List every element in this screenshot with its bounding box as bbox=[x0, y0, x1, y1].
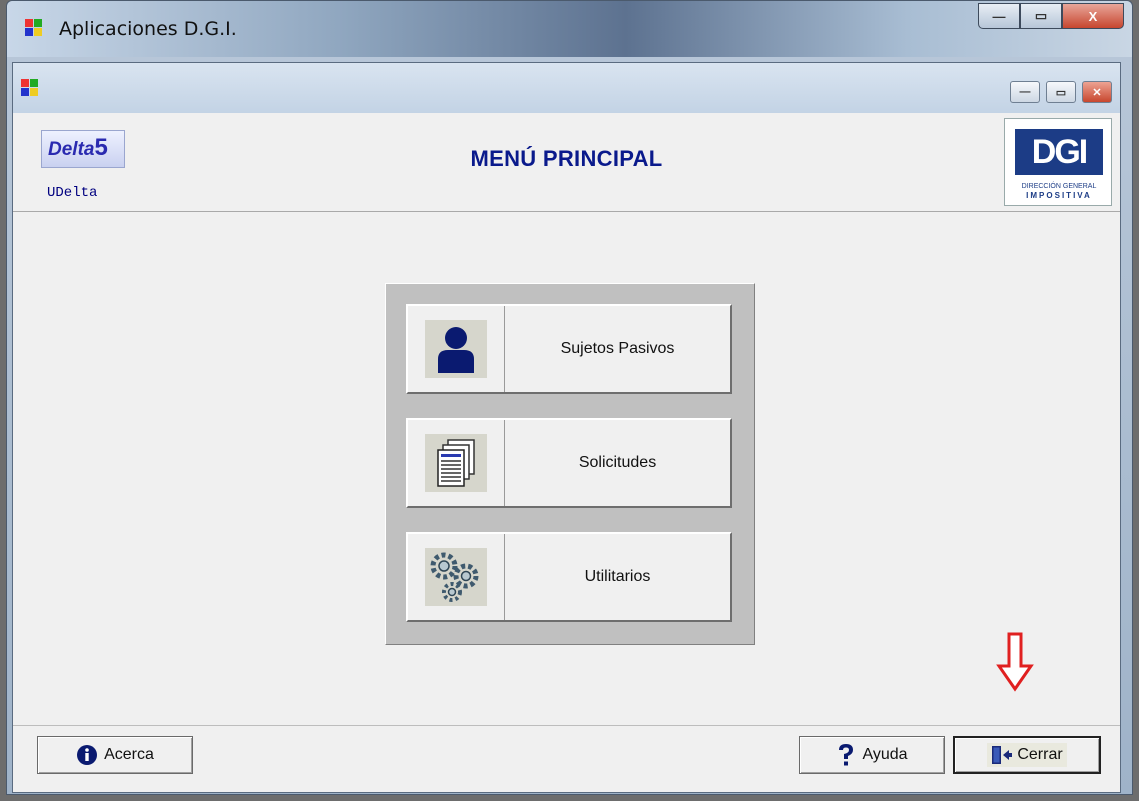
ayuda-button[interactable]: Ayuda bbox=[799, 736, 945, 774]
red-down-arrow-icon bbox=[996, 632, 1034, 692]
cerrar-content: Cerrar bbox=[987, 743, 1067, 767]
cerrar-label: Cerrar bbox=[1017, 746, 1063, 763]
sujetos-pasivos-button[interactable]: Sujetos Pasivos bbox=[406, 304, 732, 394]
ayuda-label: Ayuda bbox=[862, 746, 908, 763]
solicitudes-button[interactable]: Solicitudes bbox=[406, 418, 732, 508]
app-name: UDelta bbox=[47, 185, 98, 201]
sujetos-pasivos-icon-box bbox=[425, 320, 487, 378]
solicitudes-label: Solicitudes bbox=[578, 454, 657, 471]
outer-minimize-button[interactable]: — bbox=[978, 3, 1020, 29]
cerrar-button[interactable]: Cerrar bbox=[953, 736, 1101, 774]
utilitarios-button[interactable]: Utilitarios bbox=[406, 532, 732, 622]
app-logo-icon bbox=[25, 19, 45, 39]
person-icon bbox=[438, 327, 474, 373]
dgi-logo-mark: DGI bbox=[1015, 129, 1103, 175]
inner-minimize-button[interactable]: — bbox=[1010, 81, 1040, 103]
window-title: Aplicaciones D.G.I. bbox=[59, 18, 237, 40]
gears-icon bbox=[430, 552, 479, 602]
dgi-caption-1: DIRECCIÓN GENERAL bbox=[1021, 183, 1097, 190]
sujetos-pasivos-icon-cell bbox=[408, 306, 505, 392]
outer-window-controls: — ▭ X bbox=[978, 3, 1124, 29]
dgi-caption-2: IMPOSITIVA bbox=[1026, 191, 1092, 200]
info-icon bbox=[77, 745, 98, 765]
solicitudes-icon-cell bbox=[408, 420, 505, 506]
inner-close-button[interactable]: ✕ bbox=[1082, 81, 1112, 103]
footer-divider bbox=[13, 725, 1120, 726]
solicitudes-icon-box bbox=[425, 434, 487, 492]
inner-app-logo-icon bbox=[21, 79, 41, 99]
utilitarios-label: Utilitarios bbox=[584, 568, 651, 585]
inner-window: — ▭ ✕ Delta5 UDelta MENÚ PRINCIPAL DGI D… bbox=[12, 62, 1121, 793]
menu-panel: Sujetos Pasivos Solicitudes Utilitarios bbox=[385, 283, 755, 645]
help-icon bbox=[839, 744, 854, 766]
outer-title-bar[interactable]: Aplicaciones D.G.I. — ▭ X bbox=[7, 1, 1132, 57]
acerca-label: Acerca bbox=[104, 746, 154, 763]
inner-title-bar[interactable]: — ▭ ✕ bbox=[13, 63, 1120, 114]
header: Delta5 UDelta MENÚ PRINCIPAL DGI DIRECCI… bbox=[13, 113, 1120, 212]
dgi-logo-text: DGI bbox=[1031, 133, 1088, 171]
sujetos-pasivos-label: Sujetos Pasivos bbox=[560, 340, 675, 357]
acerca-button[interactable]: Acerca bbox=[37, 736, 193, 774]
inner-window-controls: — ▭ ✕ bbox=[1010, 81, 1112, 103]
utilitarios-icon-cell bbox=[408, 534, 505, 620]
utilitarios-icon-box bbox=[425, 548, 487, 606]
dgi-logo: DGI DIRECCIÓN GENERAL IMPOSITIVA bbox=[1004, 118, 1112, 206]
documents-icon bbox=[437, 439, 475, 487]
outer-close-button[interactable]: X bbox=[1062, 3, 1124, 29]
page-title: MENÚ PRINCIPAL bbox=[470, 146, 663, 171]
exit-door-icon bbox=[992, 746, 1013, 764]
outer-maximize-button[interactable]: ▭ bbox=[1020, 3, 1062, 29]
inner-maximize-button[interactable]: ▭ bbox=[1046, 81, 1076, 103]
